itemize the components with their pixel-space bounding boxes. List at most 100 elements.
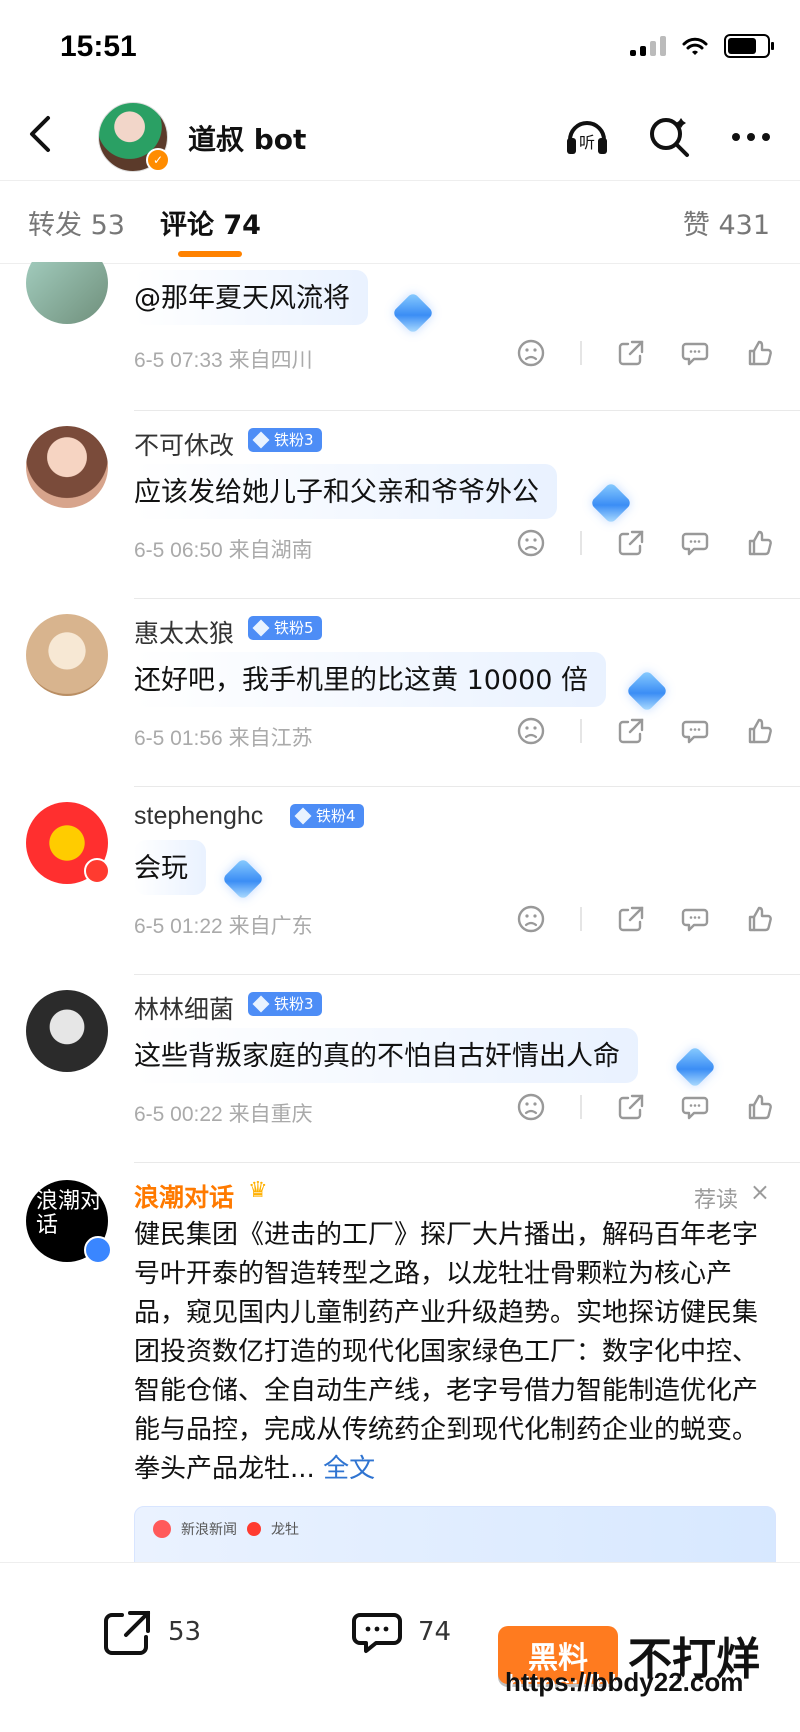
- tab-repost[interactable]: 转发 53: [28, 203, 125, 242]
- comment-text[interactable]: 这些背叛家庭的真的不怕自古奸情出人命: [134, 1028, 638, 1083]
- ad-image-label-1: 新浪新闻: [181, 1522, 237, 1538]
- listen-icon: 听: [567, 121, 607, 154]
- status-bar: 15:51: [0, 0, 800, 96]
- reply-icon[interactable]: [680, 338, 710, 368]
- comment-username[interactable]: stephenghc: [134, 802, 263, 831]
- dislike-icon[interactable]: [516, 904, 546, 934]
- comment-separator: [134, 1162, 800, 1163]
- comment-username[interactable]: 不可休改: [134, 426, 234, 462]
- ad-avatar-text: 浪潮对话: [36, 1189, 103, 1238]
- comment-meta: 6-5 06:50 来自湖南: [134, 539, 313, 562]
- watermark-url: https://bbdy22.com: [505, 1667, 744, 1697]
- comment-item: 惠太太狼 铁粉5 还好吧，我手机里的比这黄 10000 倍 6-5 01:56 …: [0, 600, 800, 790]
- tab-comments[interactable]: 评论 74: [160, 203, 261, 242]
- tabs: 转发 53 评论 74 赞 431: [0, 180, 800, 264]
- comment-avatar[interactable]: [26, 614, 108, 696]
- comment-actions: [516, 904, 774, 934]
- ad-image-logos: 新浪新闻 龙牡: [153, 1519, 299, 1539]
- like-icon[interactable]: [744, 528, 774, 558]
- ad-body[interactable]: 健民集团《进击的工厂》探厂大片播出，解码百年老字号叶开泰的智造转型之路，以龙牡壮…: [134, 1216, 774, 1489]
- badge-diamond-icon: [589, 481, 633, 525]
- fan-level-badge: 铁粉5: [248, 616, 322, 640]
- comment-icon: [352, 1613, 402, 1653]
- top-bar: ✓ 道叔 bot 听: [0, 96, 800, 180]
- dislike-icon[interactable]: [516, 528, 546, 558]
- comment-separator: [134, 786, 800, 787]
- comment-separator: [134, 410, 800, 411]
- comment-avatar[interactable]: [26, 262, 108, 324]
- search-button[interactable]: [642, 110, 696, 164]
- ad-close-button[interactable]: ×: [750, 1178, 770, 1206]
- more-icon: [732, 133, 770, 141]
- badge-diamond-icon: [221, 857, 265, 901]
- user-badge: [84, 858, 110, 884]
- comment-meta: 6-5 01:22 来自广东: [134, 915, 313, 938]
- crown-icon: ♛: [248, 1178, 268, 1203]
- comment-separator: [134, 974, 800, 975]
- reply-icon[interactable]: [680, 904, 710, 934]
- comment-meta: 6-5 00:22 来自重庆: [134, 1103, 313, 1126]
- reply-icon[interactable]: [680, 528, 710, 558]
- status-time: 15:51: [60, 30, 137, 63]
- listen-button[interactable]: 听: [560, 110, 614, 164]
- reply-icon[interactable]: [680, 716, 710, 746]
- status-icons: [630, 34, 774, 58]
- comment-text[interactable]: @那年夏天风流将: [134, 270, 368, 325]
- action-separator: [580, 719, 582, 743]
- like-icon[interactable]: [744, 904, 774, 934]
- comment-meta: 6-5 07:33 来自四川: [134, 349, 313, 372]
- action-separator: [580, 341, 582, 365]
- ad-verified-icon: [84, 1236, 112, 1264]
- back-icon: [30, 116, 50, 152]
- share-icon[interactable]: [616, 1092, 646, 1122]
- share-icon[interactable]: [616, 716, 646, 746]
- like-icon[interactable]: [744, 1092, 774, 1122]
- like-icon[interactable]: [744, 716, 774, 746]
- battery-icon: [724, 34, 774, 58]
- dislike-icon[interactable]: [516, 1092, 546, 1122]
- verified-badge: ✓: [146, 148, 170, 172]
- comment-item: @那年夏天风流将 6-5 07:33 来自四川: [0, 262, 800, 432]
- bottom-comment[interactable]: 74: [350, 1605, 451, 1659]
- reply-icon[interactable]: [680, 1092, 710, 1122]
- ad-account-name[interactable]: 浪潮对话: [134, 1178, 234, 1214]
- ad-image[interactable]: 新浪新闻 龙牡: [134, 1506, 776, 1562]
- share-icon[interactable]: [616, 528, 646, 558]
- author-name[interactable]: 道叔 bot: [188, 118, 306, 158]
- brand-logo-icon: [247, 1522, 261, 1536]
- comment-actions: [516, 716, 774, 746]
- signal-icon: [630, 36, 666, 56]
- wifi-icon: [682, 37, 708, 55]
- like-icon[interactable]: [744, 338, 774, 368]
- ad-tag: 荐读: [693, 1188, 738, 1213]
- ad-body-text: 健民集团《进击的工厂》探厂大片播出，解码百年老字号叶开泰的智造转型之路，以龙牡壮…: [134, 1220, 759, 1484]
- comment-actions: [516, 338, 774, 368]
- back-button[interactable]: [18, 112, 62, 156]
- comment-avatar[interactable]: [26, 426, 108, 508]
- comment-text[interactable]: 应该发给她儿子和父亲和爷爷外公: [134, 464, 557, 519]
- bottom-repost[interactable]: 53: [100, 1605, 201, 1659]
- ad-full-text-link[interactable]: 全文: [323, 1454, 375, 1484]
- repost-icon: [104, 1611, 150, 1655]
- comment-avatar[interactable]: [26, 990, 108, 1072]
- comment-text[interactable]: 会玩: [134, 840, 206, 895]
- search-icon: [650, 118, 689, 157]
- comment-username[interactable]: 惠太太狼: [134, 614, 234, 650]
- dislike-icon[interactable]: [516, 716, 546, 746]
- comment-actions: [516, 528, 774, 558]
- action-separator: [580, 907, 582, 931]
- repost-count: 53: [168, 1617, 202, 1647]
- active-tab-indicator: [178, 251, 242, 257]
- share-icon[interactable]: [616, 904, 646, 934]
- action-separator: [580, 1095, 582, 1119]
- comment-username[interactable]: 林林细菌: [134, 990, 234, 1026]
- badge-diamond-icon: [673, 1045, 717, 1089]
- comment-text[interactable]: 还好吧，我手机里的比这黄 10000 倍: [134, 652, 607, 707]
- badge-diamond-icon: [391, 291, 435, 335]
- top-actions: 听: [560, 110, 778, 164]
- share-icon[interactable]: [616, 338, 646, 368]
- more-button[interactable]: [724, 110, 778, 164]
- tab-likes[interactable]: 赞 431: [683, 203, 770, 242]
- news-logo-icon: [153, 1520, 171, 1538]
- dislike-icon[interactable]: [516, 338, 546, 368]
